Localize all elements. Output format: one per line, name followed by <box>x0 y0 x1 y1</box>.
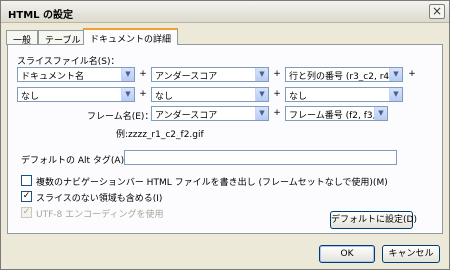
plus-sign: + <box>273 69 281 79</box>
ok-button[interactable]: OK <box>319 245 375 263</box>
check-mark-icon: ✓ <box>22 207 31 217</box>
title-bar[interactable]: HTML の設定 × <box>1 1 449 23</box>
frame-numbering-value: フレーム番号 (f2, f3, f4...) <box>289 111 387 121</box>
slice-name-part3-value: 行と列の番号 (r3_c2, r4_c7... <box>289 72 402 82</box>
plus-sign: + <box>273 108 281 118</box>
include-unsliced-checkbox-label[interactable]: スライスのない領域も含める(I) <box>36 191 162 204</box>
frame-separator-select[interactable]: アンダースコア ▼ <box>151 106 269 121</box>
slice-name-part1-select[interactable]: ドキュメント名 ▼ <box>17 67 135 82</box>
nav-bar-checkbox-label[interactable]: 複数のナビゲーションバー HTML ファイルを書き出し (フレームセットなしで使… <box>36 175 388 188</box>
slice-name-part4-value: なし <box>21 92 40 102</box>
slice-name-part3-select[interactable]: 行と列の番号 (r3_c2, r4_c7... ▼ <box>285 67 403 82</box>
include-unsliced-checkbox[interactable]: ✓ <box>21 191 32 202</box>
plus-sign: + <box>139 69 147 79</box>
chevron-down-icon[interactable]: ▼ <box>255 107 268 120</box>
chevron-down-icon[interactable]: ▼ <box>255 68 268 81</box>
plus-sign: + <box>139 89 147 99</box>
plus-sign: + <box>408 69 416 79</box>
slice-name-part4-select[interactable]: なし ▼ <box>17 87 135 102</box>
set-default-button[interactable]: デフォルトに設定(D) <box>330 211 417 229</box>
frame-numbering-select[interactable]: フレーム番号 (f2, f3, f4...) ▼ <box>285 106 388 121</box>
tab-general[interactable]: 一般 <box>6 30 39 46</box>
document-details-panel: スライスファイル名(S)： ドキュメント名 ▼ + アンダースコア ▼ + 行と… <box>7 44 443 234</box>
slice-name-part1-value: ドキュメント名 <box>21 72 85 82</box>
check-mark-icon: ✓ <box>22 191 31 201</box>
slice-name-part5-select[interactable]: なし ▼ <box>151 87 269 102</box>
slice-name-part2-select[interactable]: アンダースコア ▼ <box>151 67 269 82</box>
utf8-checkbox-label: UTF-8 エンコーディングを使用 <box>36 210 164 220</box>
utf8-checkbox: ✓ <box>21 207 32 218</box>
slice-name-part6-select[interactable]: なし ▼ <box>285 87 403 102</box>
close-icon[interactable]: × <box>429 4 445 19</box>
frame-name-label: フレーム名(E)： <box>87 112 154 122</box>
nav-bar-checkbox[interactable] <box>21 175 32 186</box>
chevron-down-icon[interactable]: ▼ <box>389 88 402 101</box>
tab-table[interactable]: テーブル <box>38 30 88 46</box>
slice-filename-label: スライスファイル名(S)： <box>17 57 120 67</box>
default-alt-tag-input[interactable] <box>124 150 397 165</box>
chevron-down-icon[interactable]: ▼ <box>121 68 134 81</box>
chevron-down-icon[interactable]: ▼ <box>389 68 402 81</box>
default-alt-tag-label: デフォルトの Alt タグ(A)： <box>21 156 134 166</box>
plus-sign: + <box>273 89 281 99</box>
dialog-title: HTML の設定 <box>8 10 73 21</box>
html-settings-dialog: HTML の設定 × 一般 テーブル ドキュメントの詳細 スライスファイル名(S… <box>0 0 450 270</box>
slice-name-part6-value: なし <box>289 92 308 102</box>
chevron-down-icon[interactable]: ▼ <box>121 88 134 101</box>
tab-document-details[interactable]: ドキュメントの詳細 <box>83 28 179 45</box>
chevron-down-icon[interactable]: ▼ <box>255 88 268 101</box>
chevron-down-icon[interactable]: ▼ <box>374 107 387 120</box>
slice-name-part2-value: アンダースコア <box>155 72 218 82</box>
slice-name-part5-value: なし <box>155 92 174 102</box>
filename-example: 例:zzzz_r1_c2_f2.gif <box>116 130 204 140</box>
cancel-button[interactable]: キャンセル <box>382 245 440 263</box>
frame-separator-value: アンダースコア <box>155 111 218 121</box>
